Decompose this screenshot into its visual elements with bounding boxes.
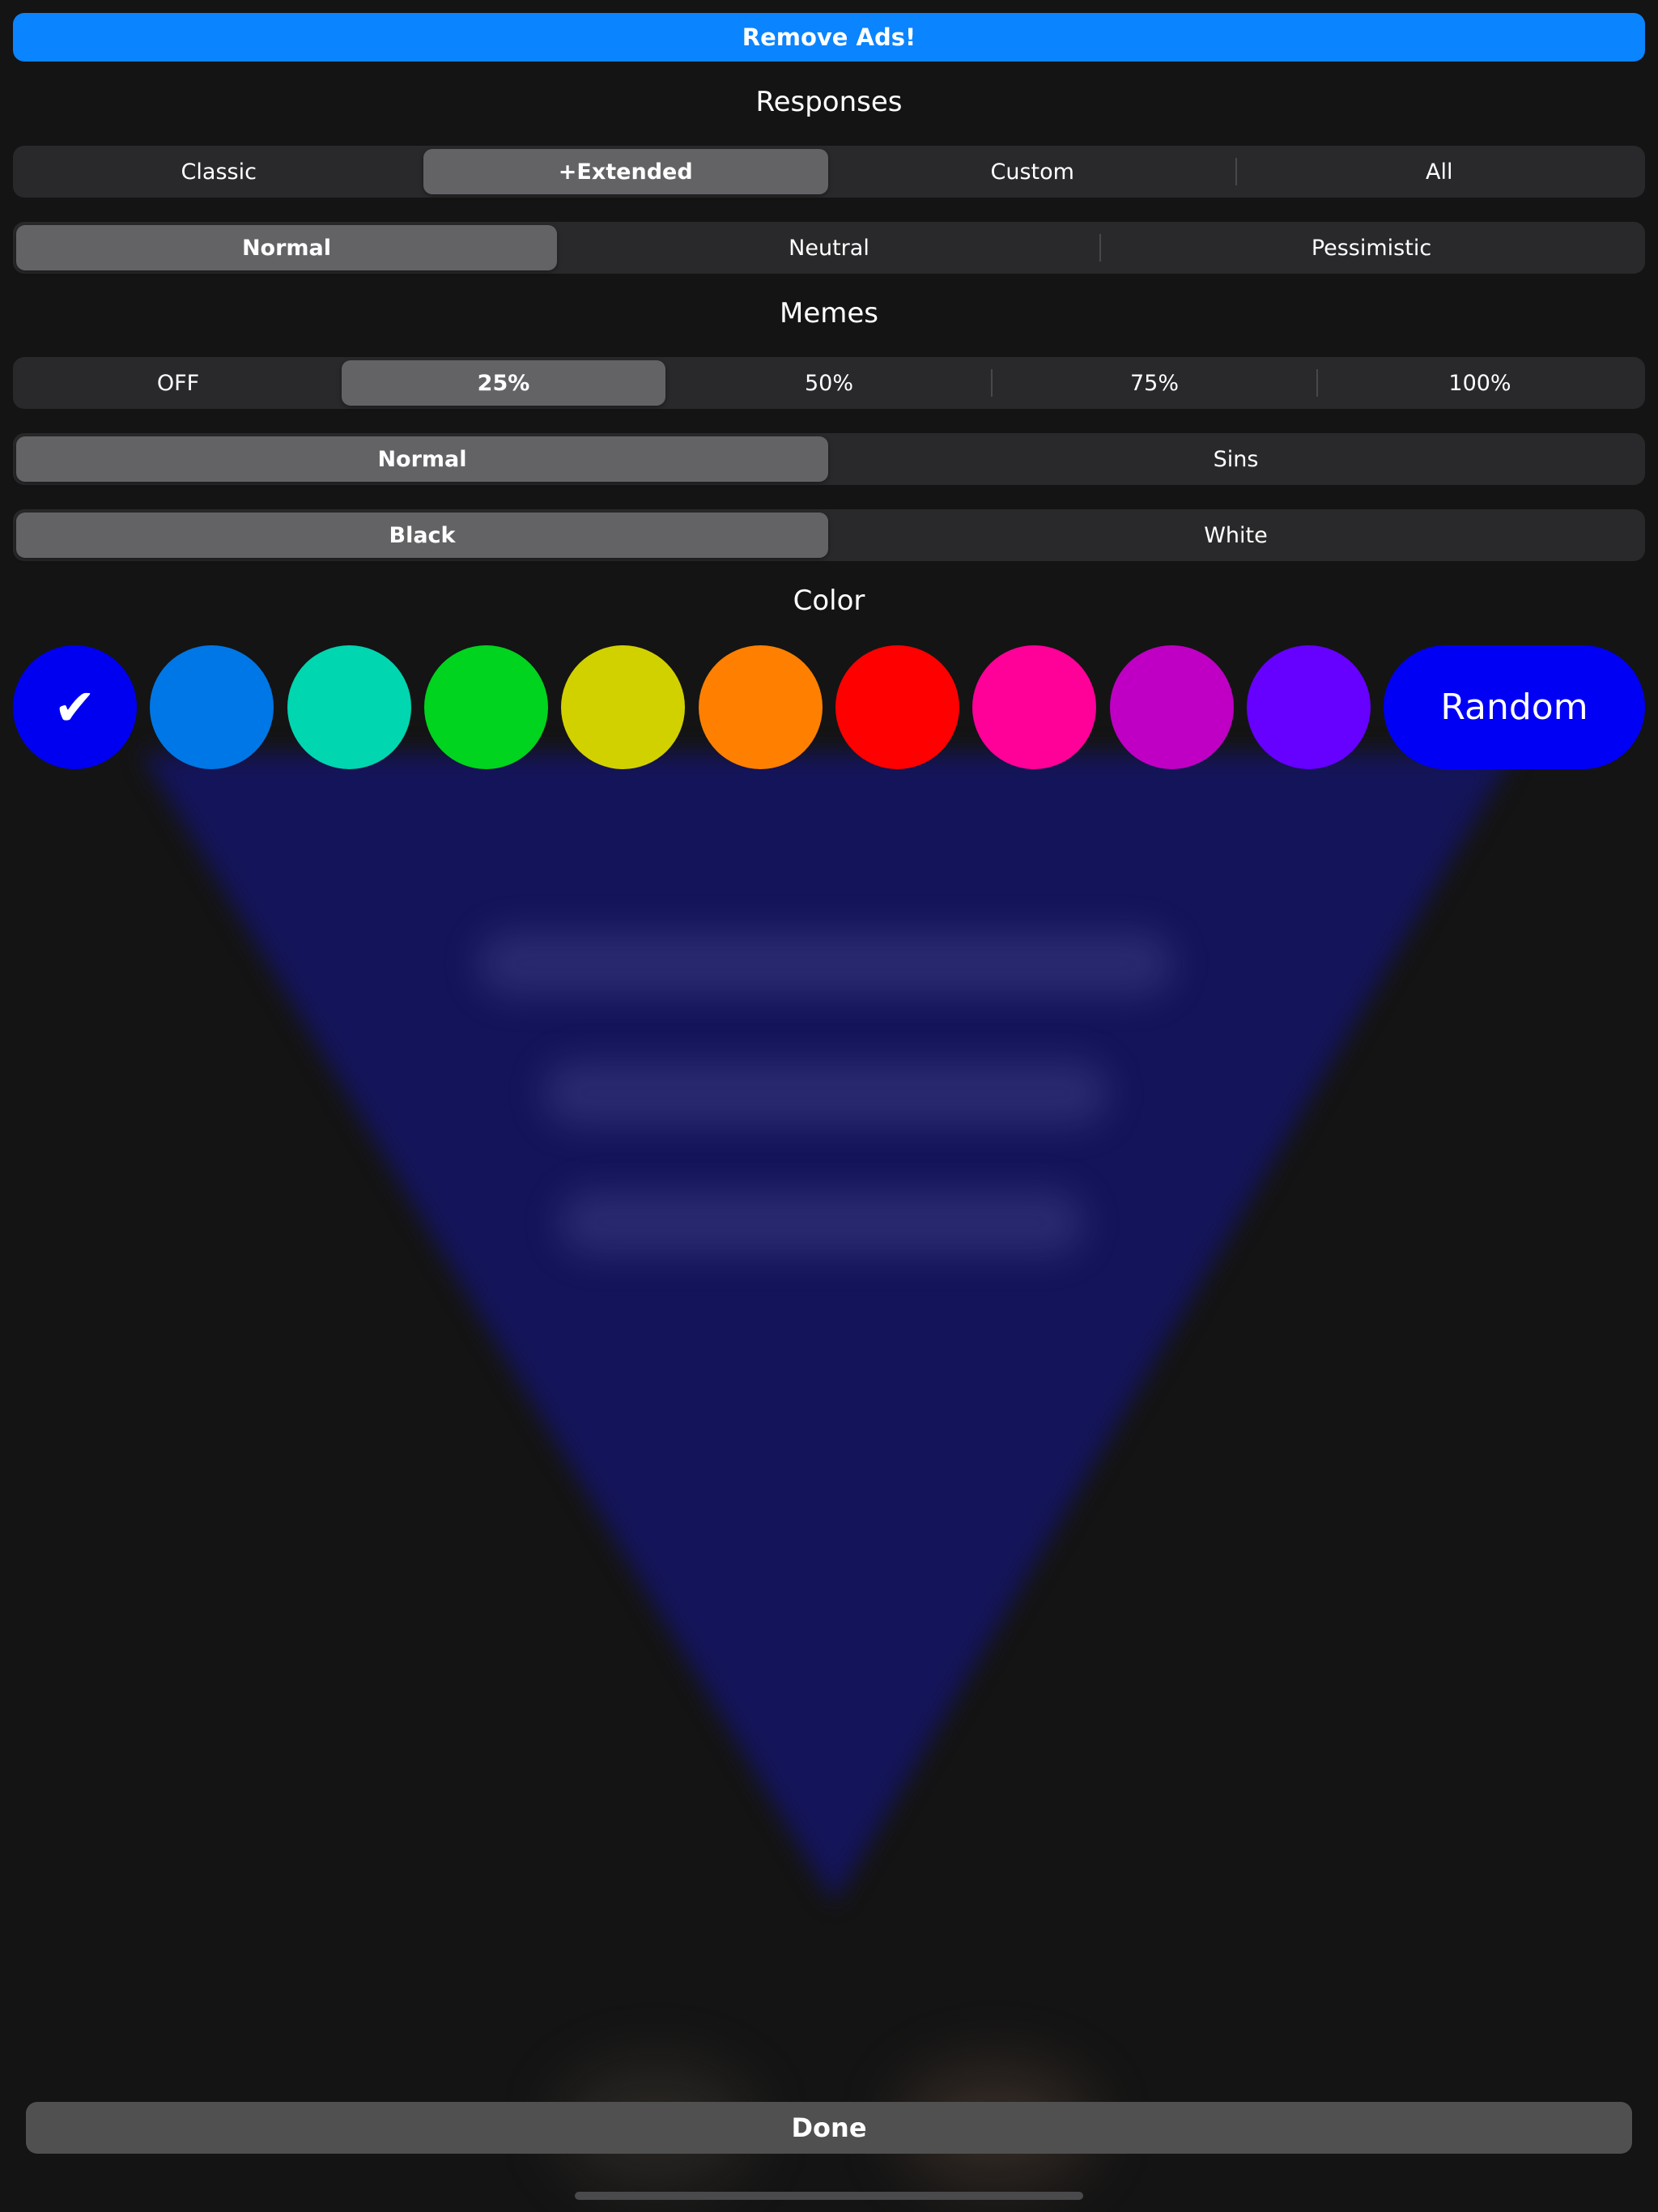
segment-extended[interactable]: +Extended: [423, 149, 828, 194]
color-swatch-pink[interactable]: [972, 645, 1096, 769]
done-button[interactable]: Done: [26, 2102, 1632, 2154]
segment-100-percent[interactable]: 100%: [1318, 360, 1642, 406]
memes-background-segmented-control: Black White: [13, 509, 1645, 561]
segment-25-percent[interactable]: 25%: [342, 360, 665, 406]
memes-title: Memes: [779, 297, 878, 330]
random-color-button[interactable]: Random: [1384, 645, 1645, 769]
segment-50-percent[interactable]: 50%: [667, 360, 991, 406]
segment-classic[interactable]: Classic: [16, 149, 422, 194]
memes-frequency-segmented-control: OFF 25% 50% 75% 100%: [13, 357, 1645, 409]
color-swatch-blue[interactable]: ✔: [13, 645, 137, 769]
color-swatch-teal[interactable]: [287, 645, 411, 769]
color-swatch-sky-blue[interactable]: [150, 645, 274, 769]
color-swatch-green[interactable]: [424, 645, 548, 769]
settings-panel: Remove Ads! Responses Classic +Extended …: [0, 0, 1658, 2212]
remove-ads-button[interactable]: Remove Ads!: [13, 13, 1645, 62]
segment-custom[interactable]: Custom: [830, 149, 1235, 194]
color-swatch-red[interactable]: [835, 645, 959, 769]
memes-style-segmented-control: Normal Sins: [13, 433, 1645, 485]
segment-75-percent[interactable]: 75%: [993, 360, 1316, 406]
color-title: Color: [793, 585, 865, 617]
responses-title: Responses: [755, 86, 903, 118]
segment-sins[interactable]: Sins: [830, 436, 1642, 482]
responses-set-segmented-control: Classic +Extended Custom All: [13, 146, 1645, 198]
checkmark-icon: ✔: [53, 678, 96, 737]
segment-off[interactable]: OFF: [16, 360, 340, 406]
color-swatch-violet[interactable]: [1247, 645, 1371, 769]
home-indicator: [575, 2192, 1083, 2200]
responses-tone-segmented-control: Normal Neutral Pessimistic: [13, 222, 1645, 274]
segment-normal[interactable]: Normal: [16, 436, 828, 482]
segment-pessimistic[interactable]: Pessimistic: [1101, 225, 1642, 270]
segment-neutral[interactable]: Neutral: [559, 225, 1099, 270]
color-swatch-orange[interactable]: [699, 645, 823, 769]
segment-normal[interactable]: Normal: [16, 225, 557, 270]
segment-black[interactable]: Black: [16, 513, 828, 558]
color-swatch-magenta[interactable]: [1110, 645, 1234, 769]
color-swatch-yellow[interactable]: [561, 645, 685, 769]
segment-all[interactable]: All: [1237, 149, 1643, 194]
segment-white[interactable]: White: [830, 513, 1642, 558]
